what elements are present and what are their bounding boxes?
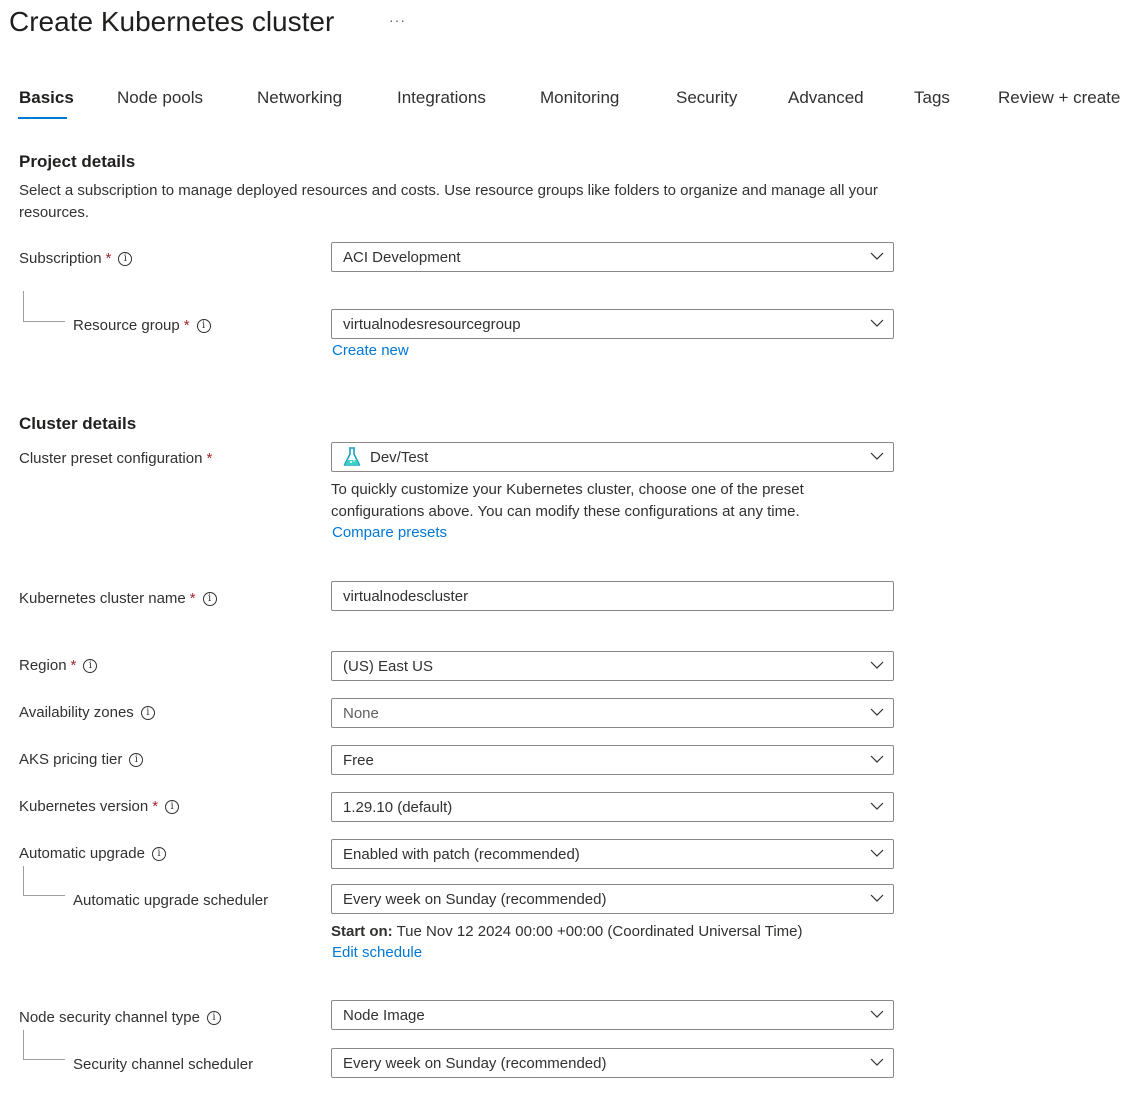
tab-security[interactable]: Security <box>676 88 737 108</box>
chevron-down-icon <box>870 754 884 764</box>
more-options-button[interactable]: ··· <box>389 12 406 28</box>
info-icon[interactable]: i <box>206 1010 221 1025</box>
info-icon[interactable]: i <box>151 846 166 861</box>
preset-note: To quickly customize your Kubernetes clu… <box>331 481 804 520</box>
chevron-down-icon <box>870 660 884 670</box>
compare-presets-link[interactable]: Compare presets <box>332 524 447 541</box>
required-mark: * <box>70 657 77 674</box>
pricing-tier-label-text: AKS pricing tier <box>19 751 123 768</box>
region-label: Region * i <box>19 657 98 674</box>
info-icon[interactable]: i <box>196 318 211 333</box>
tree-connector <box>23 1030 65 1060</box>
cluster-name-input[interactable] <box>331 581 894 611</box>
automatic-upgrade-dropdown[interactable]: Enabled with patch (recommended) <box>331 839 894 869</box>
chevron-down-icon <box>870 893 884 903</box>
project-details-heading: Project details <box>19 152 136 171</box>
required-mark: * <box>189 590 196 607</box>
availability-zones-label-text: Availability zones <box>19 704 134 721</box>
subscription-label-text: Subscription <box>19 250 102 267</box>
edit-schedule-link[interactable]: Edit schedule <box>332 944 422 961</box>
tab-advanced[interactable]: Advanced <box>788 88 864 108</box>
info-icon[interactable]: i <box>129 752 144 767</box>
availability-zones-label: Availability zones i <box>19 704 155 721</box>
subscription-value: ACI Development <box>343 248 461 266</box>
cluster-preset-dropdown[interactable]: Dev/Test <box>331 442 894 472</box>
start-on-label: Start on: <box>331 923 393 940</box>
project-details-description: Select a subscription to manage deployed… <box>19 182 878 221</box>
kubernetes-version-dropdown[interactable]: 1.29.10 (default) <box>331 792 894 822</box>
info-icon[interactable]: i <box>118 251 133 266</box>
cluster-name-label: Kubernetes cluster name * i <box>19 590 217 607</box>
resource-group-label-text: Resource group <box>73 317 180 334</box>
cluster-name-label-text: Kubernetes cluster name <box>19 590 186 607</box>
required-mark: * <box>105 250 112 267</box>
upgrade-start-on: Start on: Tue Nov 12 2024 00:00 +00:00 (… <box>331 921 803 943</box>
chevron-down-icon <box>870 451 884 461</box>
create-new-resource-group-link[interactable]: Create new <box>332 342 409 359</box>
kubernetes-version-label: Kubernetes version * i <box>19 798 180 815</box>
tree-connector <box>23 866 65 896</box>
info-icon[interactable]: i <box>140 705 155 720</box>
upgrade-scheduler-dropdown[interactable]: Every week on Sunday (recommended) <box>331 884 894 914</box>
kubernetes-version-label-text: Kubernetes version <box>19 798 149 815</box>
active-tab-indicator <box>18 117 67 119</box>
info-icon[interactable]: i <box>83 658 98 673</box>
security-channel-label: Node security channel type i <box>19 1009 221 1026</box>
chevron-down-icon <box>870 1009 884 1019</box>
info-icon[interactable]: i <box>165 799 180 814</box>
tree-connector <box>23 291 65 322</box>
region-dropdown[interactable]: (US) East US <box>331 651 894 681</box>
chevron-down-icon <box>870 801 884 811</box>
resource-group-dropdown[interactable]: virtualnodesresourcegroup <box>331 309 894 339</box>
chevron-down-icon <box>870 848 884 858</box>
availability-zones-value: None <box>343 704 379 722</box>
info-icon[interactable]: i <box>202 591 217 606</box>
required-mark: * <box>183 317 190 334</box>
cluster-preset-label-text: Cluster preset configuration <box>19 450 203 467</box>
flask-icon <box>343 447 361 466</box>
cluster-details-heading: Cluster details <box>19 414 137 433</box>
chevron-down-icon <box>870 1057 884 1067</box>
resource-group-value: virtualnodesresourcegroup <box>343 315 521 333</box>
required-mark: * <box>206 450 213 467</box>
security-scheduler-dropdown[interactable]: Every week on Sunday (recommended) <box>331 1048 894 1078</box>
resource-group-label: Resource group * i <box>73 317 211 334</box>
chevron-down-icon <box>870 251 884 261</box>
tab-basics[interactable]: Basics <box>19 88 74 108</box>
pricing-tier-label: AKS pricing tier i <box>19 751 144 768</box>
availability-zones-dropdown[interactable]: None <box>331 698 894 728</box>
required-mark: * <box>152 798 159 815</box>
tab-tags[interactable]: Tags <box>914 88 950 108</box>
security-channel-value: Node Image <box>343 1006 425 1024</box>
tab-node-pools[interactable]: Node pools <box>117 88 203 108</box>
tab-integrations[interactable]: Integrations <box>397 88 486 108</box>
security-channel-dropdown[interactable]: Node Image <box>331 1000 894 1030</box>
chevron-down-icon <box>870 707 884 717</box>
subscription-label: Subscription * i <box>19 250 133 267</box>
kubernetes-version-value: 1.29.10 (default) <box>343 798 453 816</box>
pricing-tier-dropdown[interactable]: Free <box>331 745 894 775</box>
cluster-preset-value: Dev/Test <box>370 448 429 466</box>
security-channel-label-text: Node security channel type <box>19 1009 200 1026</box>
pricing-tier-value: Free <box>343 751 374 769</box>
security-scheduler-label: Security channel scheduler <box>73 1056 254 1073</box>
automatic-upgrade-label: Automatic upgrade i <box>19 845 166 862</box>
tab-monitoring[interactable]: Monitoring <box>540 88 619 108</box>
automatic-upgrade-value: Enabled with patch (recommended) <box>343 845 580 863</box>
subscription-dropdown[interactable]: ACI Development <box>331 242 894 272</box>
security-scheduler-value: Every week on Sunday (recommended) <box>343 1054 607 1072</box>
page-title: Create Kubernetes cluster <box>9 6 335 37</box>
start-on-value: Tue Nov 12 2024 00:00 +00:00 (Coordinate… <box>396 923 803 940</box>
upgrade-scheduler-label: Automatic upgrade scheduler <box>73 892 269 909</box>
chevron-down-icon <box>870 318 884 328</box>
tab-networking[interactable]: Networking <box>257 88 342 108</box>
upgrade-scheduler-value: Every week on Sunday (recommended) <box>343 890 607 908</box>
region-label-text: Region <box>19 657 67 674</box>
region-value: (US) East US <box>343 657 434 675</box>
automatic-upgrade-label-text: Automatic upgrade <box>19 845 145 862</box>
tab-review-create[interactable]: Review + create <box>998 88 1120 108</box>
cluster-preset-label: Cluster preset configuration * <box>19 450 212 467</box>
